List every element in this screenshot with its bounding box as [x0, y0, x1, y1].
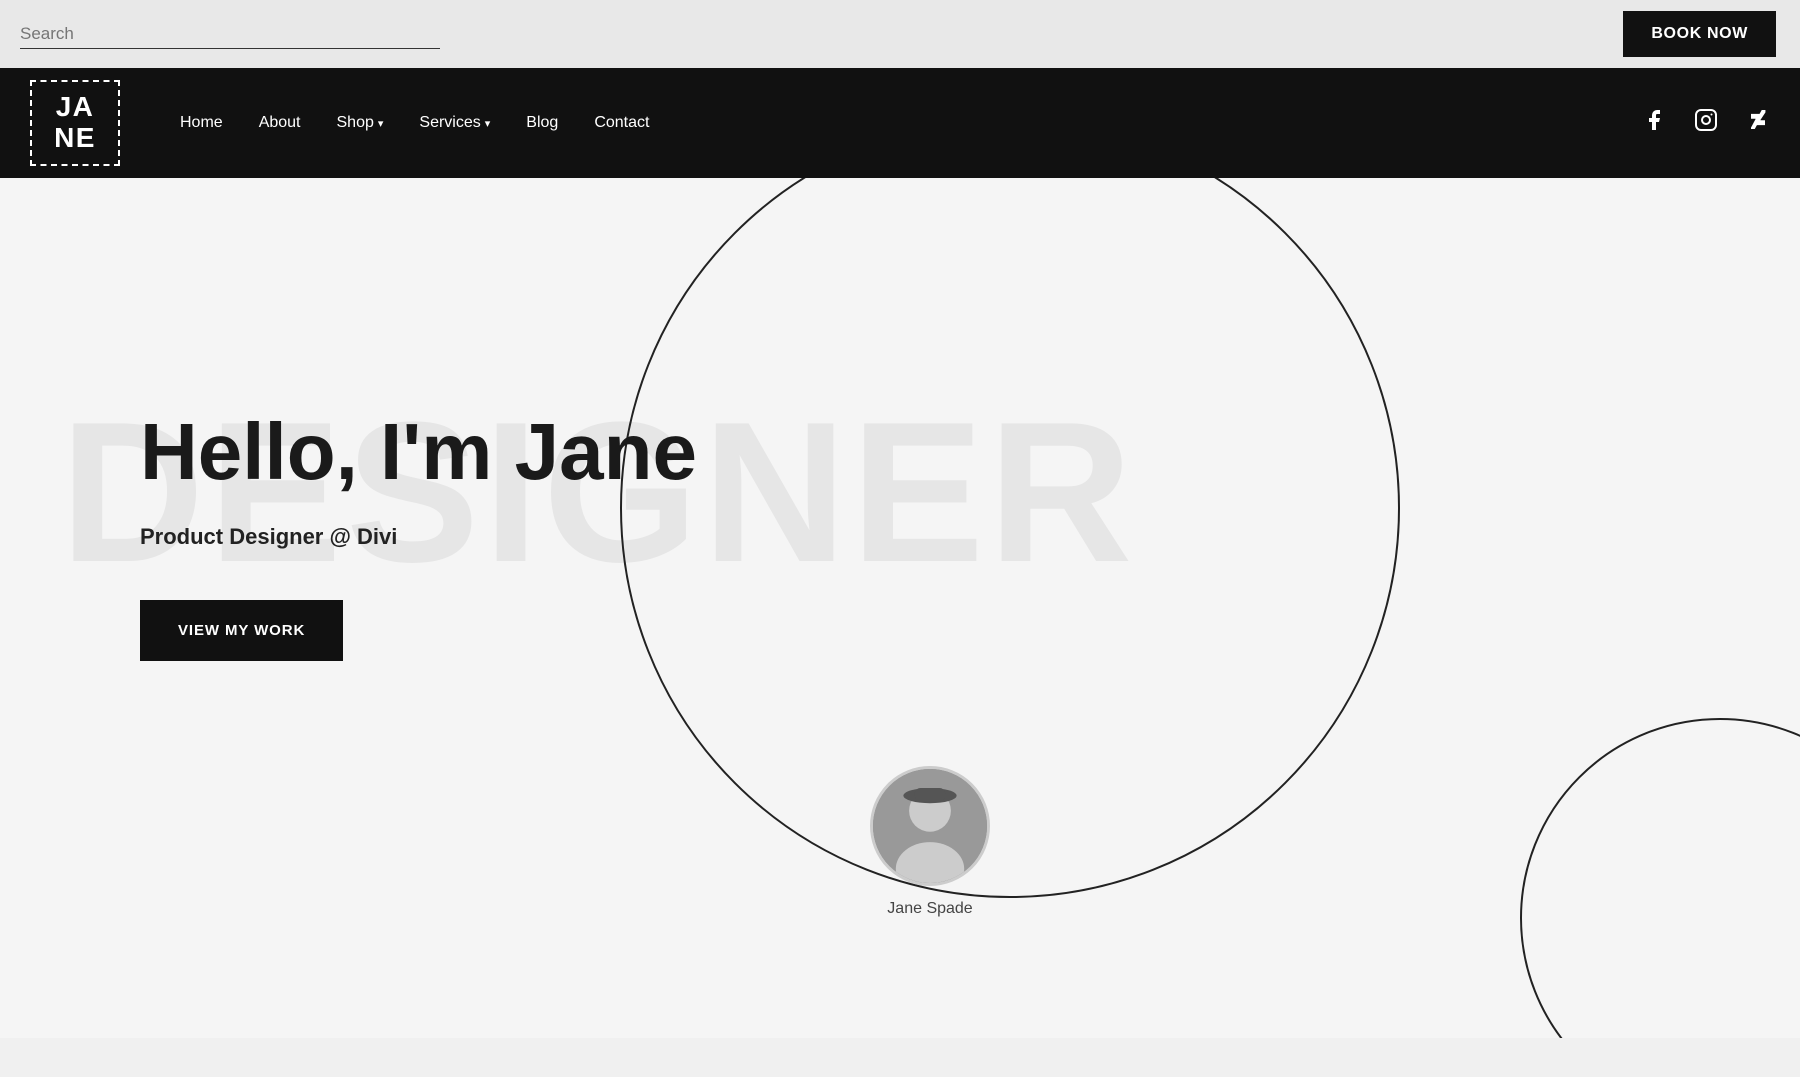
nav-link-services[interactable]: Services ▾ — [419, 114, 490, 132]
circle-decoration-secondary — [1520, 718, 1800, 1038]
nav-link-services-label: Services — [419, 114, 480, 132]
navbar: JA NE Home About Shop ▾ — [0, 68, 1800, 178]
nav-item-contact[interactable]: Contact — [594, 114, 649, 132]
logo-line1: JA — [56, 91, 95, 122]
services-dropdown-arrow: ▾ — [485, 117, 491, 130]
hero-heading: Hello, I'm Jane — [140, 408, 1800, 496]
hero-subtitle: Product Designer @ Divi — [140, 524, 1800, 550]
nav-item-shop[interactable]: Shop ▾ — [337, 114, 384, 132]
navbar-right — [1642, 108, 1770, 139]
avatar — [870, 766, 990, 886]
nav-link-home[interactable]: Home — [180, 114, 223, 131]
search-container — [20, 20, 440, 49]
book-now-button[interactable]: BOOK NOW — [1623, 11, 1776, 57]
nav-links: Home About Shop ▾ Services ▾ — [180, 114, 649, 132]
nav-link-about[interactable]: About — [259, 114, 301, 131]
nav-item-about[interactable]: About — [259, 114, 301, 132]
logo-line2: NE — [54, 122, 96, 153]
navbar-left: JA NE Home About Shop ▾ — [30, 80, 649, 166]
profile-area: Jane Spade — [870, 766, 990, 918]
shop-dropdown-arrow: ▾ — [378, 117, 384, 130]
facebook-icon[interactable] — [1642, 108, 1666, 139]
nav-link-shop-label: Shop — [337, 114, 374, 132]
hero-section: DESIGNER Hello, I'm Jane Product Designe… — [0, 178, 1800, 1038]
site-logo[interactable]: JA NE — [30, 80, 120, 166]
instagram-icon[interactable] — [1694, 108, 1718, 139]
nav-item-blog[interactable]: Blog — [526, 114, 558, 132]
nav-link-contact[interactable]: Contact — [594, 114, 649, 131]
view-work-button[interactable]: VIEW MY WORK — [140, 600, 343, 661]
profile-name: Jane Spade — [887, 900, 972, 918]
nav-item-services[interactable]: Services ▾ — [419, 114, 490, 132]
top-bar: BOOK NOW — [0, 0, 1800, 68]
search-input[interactable] — [20, 20, 440, 49]
nav-link-shop[interactable]: Shop ▾ — [337, 114, 384, 132]
deviantart-icon[interactable] — [1746, 108, 1770, 139]
nav-link-blog[interactable]: Blog — [526, 114, 558, 131]
hero-content: Hello, I'm Jane Product Designer @ Divi … — [0, 178, 1800, 661]
nav-item-home[interactable]: Home — [180, 114, 223, 132]
